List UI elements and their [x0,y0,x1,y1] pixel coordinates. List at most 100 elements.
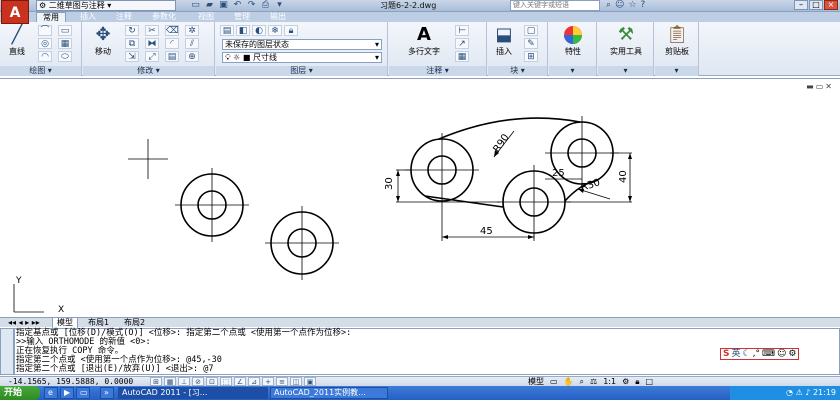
otrack-toggle-icon[interactable]: ∠ [234,377,246,386]
current-layer-dropdown[interactable]: 💡︎ ☼ ■ 尺寸线 ▾ [222,52,382,63]
search-icon[interactable]: ⌕ [606,0,611,11]
properties-panel-title[interactable]: ▾ [549,66,596,76]
layer-isolate-icon[interactable]: ◧ [236,25,250,36]
open-folder-icon[interactable]: ▰ [204,0,215,10]
properties-button[interactable]: 特性 [555,24,591,57]
viewport-minimize-icon[interactable]: ▬ [806,82,814,91]
qat-dropdown-icon[interactable]: ▾ [274,0,285,10]
close-button[interactable]: × [824,0,838,10]
save-icon[interactable]: ▣ [218,0,229,10]
edit-block-icon[interactable]: ✎ [524,38,538,49]
transparency-toggle-icon[interactable]: ◫ [290,377,302,386]
osnap-toggle-icon[interactable]: ⊡ [206,377,218,386]
taskbar-item-autocad[interactable]: AutoCAD 2011 - [习... [118,387,268,399]
qp-toggle-icon[interactable]: ▣ [304,377,316,386]
attribute-icon[interactable]: ⊞ [524,51,538,62]
tab-annotate[interactable]: 注释 [110,12,138,22]
lineweight-toggle-icon[interactable]: ≡ [276,377,288,386]
tab-manage[interactable]: 管理 [228,12,256,22]
utilities-panel-title[interactable]: ▾ [598,66,653,76]
layer-state-dropdown[interactable]: 未保存的图层状态 ▾ [222,39,382,50]
tab-layout1[interactable]: 布局1 [84,318,113,328]
taskbar-item-tutorial[interactable]: AutoCAD_2011实例教... [270,387,388,399]
array-icon[interactable]: ▤ [165,51,179,62]
new-file-icon[interactable]: ▭ [190,0,201,10]
user-icon[interactable]: ☺ [615,0,624,11]
polar-toggle-icon[interactable]: ⊘ [192,377,204,386]
clipboard-panel-title[interactable]: ▾ [655,66,698,76]
join-icon[interactable]: ⊕ [185,51,199,62]
maximize-button[interactable]: □ [809,0,823,10]
block-panel-title[interactable]: 块 ▾ [488,66,547,76]
command-line[interactable]: 指定基点或 [位移(D)/模式(O)] <位移>: 指定第二个点或 <使用第一个… [14,328,840,375]
tab-parametric[interactable]: 参数化 [146,12,182,22]
line-button[interactable]: ╱ 直线 [2,24,32,57]
command-prompt[interactable]: 指定第二个点或 [退出(E)/放弃(U)] <退出>: @7 [16,365,839,374]
ime-lang[interactable]: 英 [731,349,740,359]
arc-icon[interactable]: ◠ [38,51,52,62]
3dosnap-toggle-icon[interactable]: ⬚ [220,377,232,386]
ime-brand-icon[interactable]: S [723,349,729,359]
table-icon[interactable]: ▦ [455,51,469,62]
hatch-icon[interactable]: ▦ [58,38,72,49]
ime-settings-icon[interactable]: ⚙ [788,349,796,359]
layout-nav-icons[interactable]: ◂◂ ◂ ▸ ▸▸ [4,318,44,328]
clipboard-button[interactable]: 📋︎ 剪贴板 [657,24,697,57]
ime-keyboard-icon[interactable]: ⌨ [762,349,775,359]
layers-panel-title[interactable]: 图层 ▾ [216,66,387,76]
layer-properties-icon[interactable]: ▤ [220,25,234,36]
copy-icon[interactable]: ⧉ [125,38,139,49]
tab-home[interactable]: 常用 [36,12,66,22]
modify-panel-title[interactable]: 修改 ▾ [83,66,214,76]
quicklaunch-media-icon[interactable]: ▶ [60,387,74,399]
tab-view[interactable]: 视图 [192,12,220,22]
fillet-icon[interactable]: ◜ [165,38,179,49]
dimension-icon[interactable]: ⊢ [455,25,469,36]
rotate-icon[interactable]: ↻ [125,25,139,36]
command-grip[interactable] [0,328,14,375]
snap-toggle-icon[interactable]: ⊞ [150,377,162,386]
grid-toggle-icon[interactable]: ▦ [164,377,176,386]
help-icon[interactable]: ? [641,0,646,11]
workspace-dropdown[interactable]: ⚙ 二维草图与注释 ▾ [36,0,176,11]
search-input[interactable]: 键入关键字或短语 [510,0,600,11]
tab-insert[interactable]: 插入 [74,12,102,22]
print-icon[interactable]: ⎙ [260,0,271,10]
tab-output[interactable]: 输出 [264,12,292,22]
erase-icon[interactable]: ⌫ [165,25,179,36]
ortho-toggle-icon[interactable]: ⊥ [178,377,190,386]
ducs-toggle-icon[interactable]: ⊿ [248,377,260,386]
clock[interactable]: 21:19 [813,388,836,397]
scale-icon[interactable]: ⤢ [145,51,159,62]
ime-punct-icon[interactable]: ,° [753,349,760,359]
mirror-icon[interactable]: ⧓ [145,38,159,49]
leader-icon[interactable]: ↗ [455,38,469,49]
draw-panel-title[interactable]: 绘图 ▾ [0,66,81,76]
rectangle-icon[interactable]: ▭ [58,25,72,36]
stretch-icon[interactable]: ⇲ [125,51,139,62]
offset-icon[interactable]: ⫽ [185,38,199,49]
viewport-close-icon[interactable]: ✕ [825,82,832,91]
star-icon[interactable]: ☆ [628,0,636,11]
create-block-icon[interactable]: ▢ [524,25,538,36]
dyn-toggle-icon[interactable]: + [262,377,274,386]
layer-freeze-icon[interactable]: ❄ [268,25,282,36]
ime-user-icon[interactable]: ☺ [777,349,786,359]
ellipse-icon[interactable]: ⬭ [58,51,72,62]
mtext-button[interactable]: A 多行文字 [399,24,449,57]
viewport-restore-icon[interactable]: ▭ [816,82,824,91]
move-button[interactable]: ✥ 移动 [89,24,117,57]
insert-block-button[interactable]: ⬓ 插入 [490,24,518,57]
layer-off-icon[interactable]: ◐ [252,25,266,36]
polyline-icon[interactable]: ⌒ [38,25,52,36]
quicklaunch-desktop-icon[interactable]: ▭ [76,387,90,399]
trim-icon[interactable]: ✂ [145,25,159,36]
annotation-panel-title[interactable]: 注释 ▾ [389,66,486,76]
quicklaunch-ie-icon[interactable]: e [44,387,58,399]
tray-icons[interactable]: ◔ ⚠ ♪ [786,388,813,397]
ime-moon-icon[interactable]: ☾ [743,349,751,359]
explode-icon[interactable]: ✲ [185,25,199,36]
circle-icon[interactable]: ◎ [38,38,52,49]
minimize-button[interactable]: – [794,0,808,10]
quicklaunch-extra-icon[interactable]: » [100,387,114,399]
